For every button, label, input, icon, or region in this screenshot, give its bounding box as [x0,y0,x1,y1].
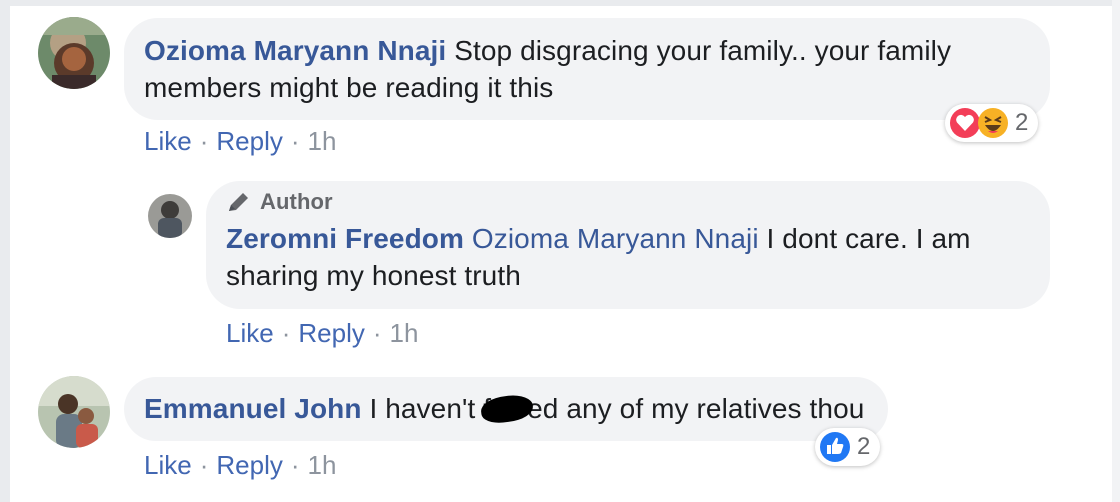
reaction-summary[interactable]: 2 [945,104,1039,142]
like-link[interactable]: Like [226,318,274,348]
comment-text-continued: members might be reading it this [144,72,554,103]
author-badge: Author [226,189,1028,215]
page-top-border [0,0,1120,6]
comment-bubble: Emmanuel John I haven't f ed any of my re… [124,377,888,441]
haha-reaction-icon [978,108,1008,138]
separator-dot: · [199,450,209,480]
like-link[interactable]: Like [144,450,192,480]
avatar[interactable] [148,194,192,238]
comment-author-link[interactable]: Zeromni Freedom [226,223,464,254]
page-right-border [1112,0,1120,502]
comment-bubble: Ozioma Maryann Nnaji Stop disgracing you… [124,18,1050,120]
comment-text: Stop disgracing your family.. your famil… [454,35,952,66]
timestamp[interactable]: 1h [390,318,419,348]
separator-dot: · [290,450,300,480]
reply-link[interactable]: Reply [216,126,282,156]
mention-link[interactable]: Ozioma Maryann Nnaji [472,223,759,254]
author-badge-label: Author [260,189,333,214]
comment-text: I haven't f [369,393,492,424]
avatar[interactable] [38,376,110,448]
timestamp[interactable]: 1h [308,126,337,156]
separator-dot: · [372,318,382,348]
comment-text-continued: ed any of my relatives thou [527,393,865,424]
reaction-count: 2 [1015,109,1029,136]
separator-dot: · [281,318,291,348]
separator-dot: · [199,126,209,156]
reaction-count: 2 [857,433,871,460]
like-link[interactable]: Like [144,126,192,156]
like-reaction-icon [820,432,850,462]
timestamp[interactable]: 1h [308,450,337,480]
separator-dot: · [290,126,300,156]
comment-author-link[interactable]: Ozioma Maryann Nnaji [144,35,446,66]
comment-text: I dont care. I am [766,223,971,254]
page-left-border [0,0,10,502]
reply-link[interactable]: Reply [216,450,282,480]
avatar[interactable] [38,17,110,89]
comment-actions: Like · Reply · 1h [144,450,336,481]
reaction-summary[interactable]: 2 [815,428,881,466]
reply-link[interactable]: Reply [298,318,364,348]
comment-actions: Like · Reply · 1h [226,318,418,349]
comment-actions: Like · Reply · 1h [144,126,336,157]
comment-author-link[interactable]: Emmanuel John [144,393,362,424]
pencil-icon [229,193,248,211]
comment-text-continued: sharing my honest truth [226,260,521,291]
reply-bubble: Author Zeromni Freedom Ozioma Maryann Nn… [206,181,1050,309]
